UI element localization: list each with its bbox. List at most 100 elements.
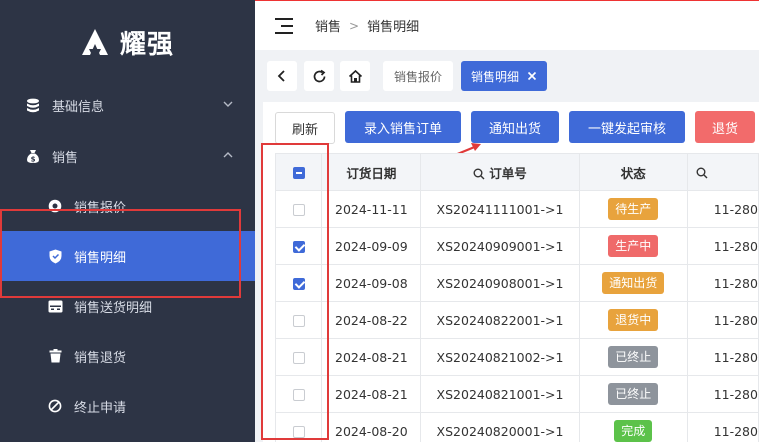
- menu-toggle-icon[interactable]: [275, 17, 293, 34]
- row-select-cell[interactable]: [274, 264, 323, 302]
- sidebar-item-label: 销售送货明细: [74, 300, 153, 316]
- select-all-cell[interactable]: [274, 153, 323, 191]
- return-button[interactable]: 退货: [695, 111, 755, 143]
- tab-sales-detail[interactable]: 销售明细: [461, 61, 547, 91]
- home-icon: [348, 69, 362, 83]
- table-row[interactable]: 2024-08-20 XS20240820001->1 完成 11-280: [274, 412, 759, 442]
- sidebar-item-sales-return[interactable]: 销售退货: [0, 331, 255, 381]
- cell-order-no: XS20240821001->1: [420, 375, 580, 413]
- cell-order-no: XS20240821002->1: [420, 338, 580, 376]
- status-badge: 已终止: [608, 346, 659, 368]
- back-button[interactable]: [267, 61, 297, 91]
- table-row[interactable]: 2024-09-09 XS20240909001->1 生产中 11-280: [274, 227, 759, 265]
- table-row[interactable]: 2024-11-11 XS20241111001->1 待生产 11-280: [274, 190, 759, 228]
- row-select-cell[interactable]: [274, 190, 323, 228]
- cell-order-no: XS20240822001->1: [420, 301, 580, 339]
- tab-sales-quote[interactable]: 销售报价: [383, 61, 453, 91]
- tab-bar: 销售报价 销售明细: [255, 50, 759, 102]
- sales-detail-table: 订货日期 订单号 状态 2024-11-11 XS20241111001->1 待生…: [274, 153, 759, 442]
- status-badge: 完成: [614, 420, 653, 442]
- table-row[interactable]: 2024-08-22 XS20240822001->1 退货中 11-280: [274, 301, 759, 339]
- search-icon[interactable]: [473, 168, 485, 180]
- search-icon[interactable]: [696, 167, 708, 179]
- chevron-up-icon: [223, 152, 233, 158]
- row-checkbox[interactable]: [292, 278, 305, 290]
- row-select-cell[interactable]: [274, 301, 323, 339]
- sidebar-item-sales-delivery[interactable]: 销售送货明细: [0, 281, 255, 331]
- cell-date: 2024-11-11: [321, 190, 422, 228]
- column-label: 订单号: [489, 165, 527, 181]
- cell-extra: 11-280: [686, 301, 759, 339]
- tab-label: 销售报价: [393, 69, 442, 84]
- column-header-date: 订货日期: [321, 153, 422, 191]
- table-row[interactable]: 2024-08-21 XS20240821002->1 已终止 11-280: [274, 338, 759, 376]
- sidebar: 耀强 基础信息 $ 销售 销售报价 销售明细 销售送货明细 销售退货 终止申请: [0, 0, 255, 442]
- top-header: 销售 > 销售明细: [255, 0, 759, 50]
- column-header-order-no[interactable]: 订单号: [420, 153, 580, 191]
- cell-order-no: XS20241111001->1: [420, 190, 580, 228]
- row-select-cell[interactable]: [274, 227, 323, 265]
- row-checkbox[interactable]: [292, 315, 305, 327]
- status-badge: 通知出货: [602, 272, 665, 294]
- cell-extra: 11-280: [686, 264, 759, 302]
- cell-status: 退货中: [578, 301, 688, 339]
- status-badge: 已终止: [608, 383, 659, 405]
- cell-date: 2024-09-09: [321, 227, 422, 265]
- cell-date: 2024-08-21: [321, 338, 422, 376]
- content-panel: 刷新 录入销售订单 通知出货 一键发起审核 退货 订货日期 订单号 状态 202…: [263, 102, 759, 442]
- sidebar-item-terminate-request[interactable]: 终止申请: [0, 381, 255, 431]
- row-select-cell[interactable]: [274, 412, 323, 442]
- sidebar-item-label: 销售报价: [74, 200, 127, 216]
- row-checkbox[interactable]: [292, 241, 305, 253]
- column-header-extra[interactable]: [686, 153, 759, 191]
- row-select-cell[interactable]: [274, 338, 323, 376]
- sidebar-item-sales-quote[interactable]: 销售报价: [0, 181, 255, 231]
- refresh-page-button[interactable]: [304, 61, 334, 91]
- brand-logo: 耀强: [80, 24, 174, 60]
- cell-order-no: XS20240820001->1: [420, 412, 580, 442]
- refresh-button[interactable]: 刷新: [275, 112, 335, 144]
- status-badge: 退货中: [608, 309, 659, 331]
- home-button[interactable]: [340, 61, 370, 91]
- close-icon[interactable]: [527, 71, 537, 81]
- cell-status: 通知出货: [578, 264, 688, 302]
- table-row[interactable]: 2024-08-21 XS20240821001->1 已终止 11-280: [274, 375, 759, 413]
- table-header-row: 订货日期 订单号 状态: [274, 153, 759, 191]
- cell-date: 2024-08-20: [321, 412, 422, 442]
- enter-sales-order-button[interactable]: 录入销售订单: [345, 111, 461, 143]
- status-badge: 生产中: [608, 235, 659, 257]
- reload-icon: [313, 69, 325, 82]
- sidebar-item-sales-detail[interactable]: 销售明细: [0, 231, 255, 281]
- brand-name: 耀强: [120, 29, 175, 60]
- database-icon: [24, 96, 42, 114]
- cell-extra: 11-280: [686, 190, 759, 228]
- shield-icon: [46, 247, 64, 265]
- cell-status: 生产中: [578, 227, 688, 265]
- submit-review-button[interactable]: 一键发起审核: [569, 111, 685, 143]
- trash-icon: [46, 347, 64, 365]
- cell-extra: 11-280: [686, 338, 759, 376]
- sidebar-group-basic-info[interactable]: 基础信息: [0, 80, 255, 130]
- breadcrumb-separator-icon: >: [349, 18, 360, 33]
- select-all-checkbox[interactable]: [292, 167, 305, 179]
- row-select-cell[interactable]: [274, 375, 323, 413]
- cell-status: 待生产: [578, 190, 688, 228]
- row-checkbox[interactable]: [292, 352, 305, 364]
- cell-date: 2024-08-22: [321, 301, 422, 339]
- cell-date: 2024-09-08: [321, 264, 422, 302]
- breadcrumb-item[interactable]: 销售: [315, 16, 341, 35]
- notify-shipment-button[interactable]: 通知出货: [471, 111, 559, 143]
- row-checkbox[interactable]: [292, 389, 305, 401]
- cell-status: 完成: [578, 412, 688, 442]
- cell-order-no: XS20240908001->1: [420, 264, 580, 302]
- stop-icon: [46, 397, 64, 415]
- cell-status: 已终止: [578, 375, 688, 413]
- row-checkbox[interactable]: [292, 204, 305, 216]
- table-row[interactable]: 2024-09-08 XS20240908001->1 通知出货 11-280: [274, 264, 759, 302]
- row-checkbox[interactable]: [292, 426, 305, 438]
- cell-extra: 11-280: [686, 375, 759, 413]
- delivery-icon: [46, 297, 64, 315]
- breadcrumb: 销售 > 销售明细: [315, 16, 419, 36]
- cell-date: 2024-08-21: [321, 375, 422, 413]
- sidebar-group-sales[interactable]: $ 销售: [0, 131, 255, 181]
